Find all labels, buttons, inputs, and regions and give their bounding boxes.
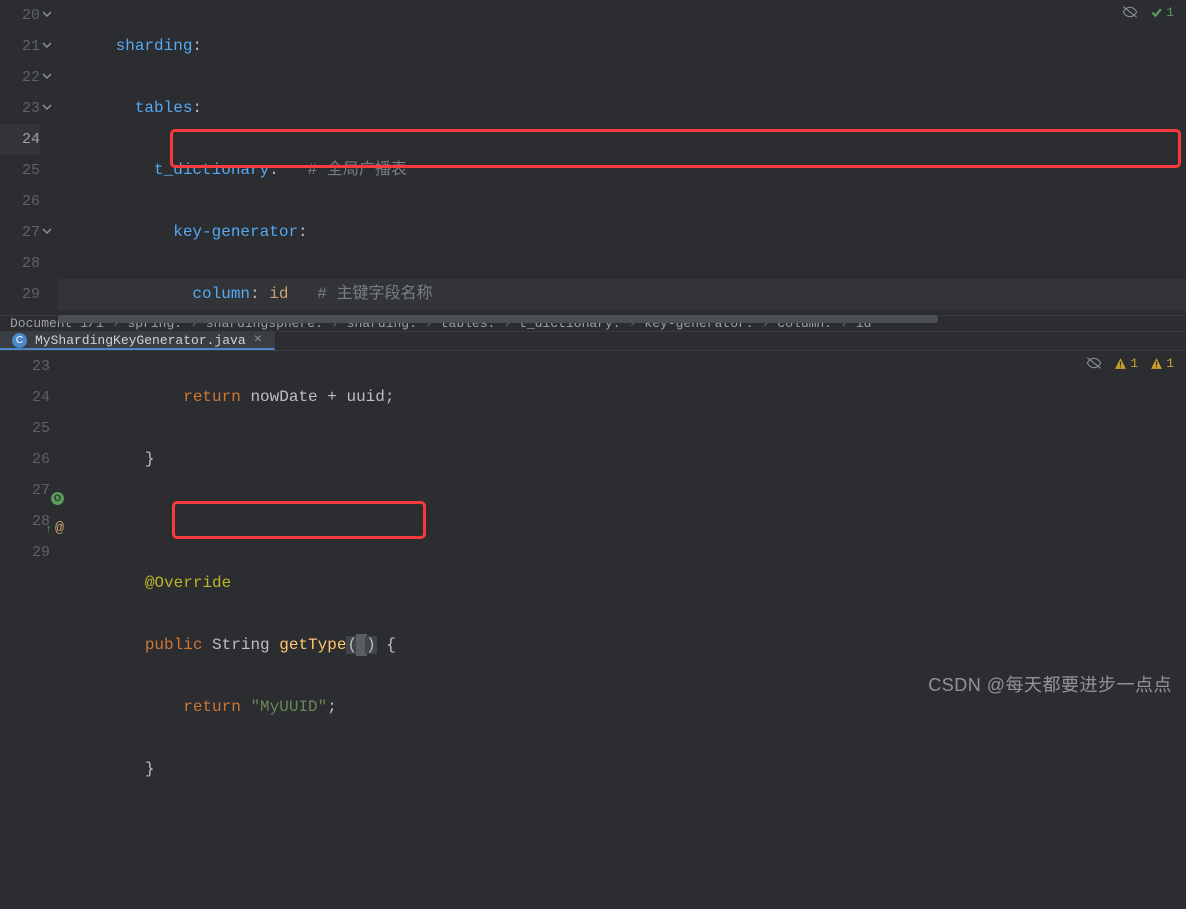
bottom-gutter: 23 24 25 26 27 O↑@ 28 29 — [0, 351, 68, 909]
fold-icon[interactable] — [42, 9, 54, 21]
top-editor-status: 1 — [1122, 4, 1174, 20]
readonly-icon[interactable] — [1086, 355, 1102, 371]
warning-icon[interactable]: 1 — [1114, 356, 1138, 371]
java-code-body[interactable]: return nowDate + uuid; } @Override publi… — [68, 351, 1186, 909]
fold-icon[interactable] — [42, 226, 54, 238]
problems-ok-icon[interactable]: 1 — [1150, 5, 1174, 20]
readonly-icon[interactable] — [1122, 4, 1138, 20]
watermark: CSDN @每天都要进步一点点 — [928, 671, 1172, 697]
file-tab[interactable]: C MyShardingKeyGenerator.java × — [0, 332, 275, 350]
fold-icon[interactable] — [42, 71, 54, 83]
yaml-code-body[interactable]: sharding: tables: t_dictionary: # 全局广播表 … — [58, 0, 1186, 313]
class-file-icon: C — [12, 333, 27, 348]
bottom-editor-status: 1 1 — [1086, 355, 1174, 371]
fold-icon[interactable] — [42, 102, 54, 114]
close-icon[interactable]: × — [254, 332, 262, 348]
fold-icon[interactable] — [42, 40, 54, 52]
warning-icon[interactable]: 1 — [1150, 356, 1174, 371]
file-tab-label: MyShardingKeyGenerator.java — [35, 333, 246, 348]
top-gutter: 20 21 22 23 24 25 26 27 28 29 — [0, 0, 58, 313]
editor-tabs: C MyShardingKeyGenerator.java × — [0, 332, 1186, 351]
